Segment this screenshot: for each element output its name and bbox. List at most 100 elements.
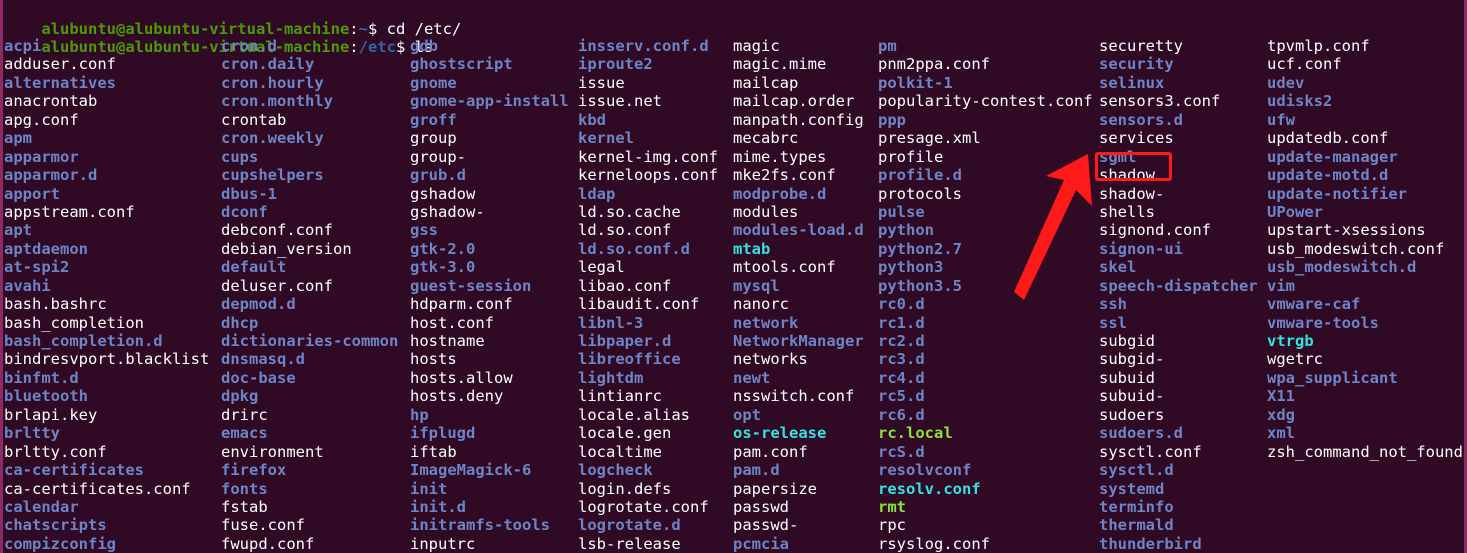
ls-entry[interactable]: subgid: [1099, 332, 1258, 350]
ls-entry[interactable]: brltty.conf: [4, 443, 209, 461]
ls-entry[interactable]: hosts.allow: [410, 369, 569, 387]
ls-entry[interactable]: mysql: [733, 277, 864, 295]
ls-entry[interactable]: hosts.deny: [410, 387, 569, 405]
ls-entry[interactable]: ssh: [1099, 295, 1258, 313]
ls-entry[interactable]: opt: [733, 406, 864, 424]
ls-entry[interactable]: X11: [1267, 387, 1463, 405]
ls-entry[interactable]: avahi: [4, 277, 209, 295]
ls-entry[interactable]: drirc: [221, 406, 398, 424]
ls-entry[interactable]: securetty: [1099, 37, 1258, 55]
ls-entry[interactable]: kerneloops.conf: [578, 166, 718, 184]
ls-entry[interactable]: presage.xml: [878, 129, 1093, 147]
ls-entry[interactable]: gtk-3.0: [410, 258, 569, 276]
ls-entry[interactable]: signon-ui: [1099, 240, 1258, 258]
ls-entry[interactable]: libaudit.conf: [578, 295, 718, 313]
ls-entry[interactable]: gshadow-: [410, 203, 569, 221]
ls-entry[interactable]: legal: [578, 258, 718, 276]
ls-entry[interactable]: libao.conf: [578, 277, 718, 295]
ls-entry[interactable]: vtrgb: [1267, 332, 1463, 350]
ls-entry[interactable]: ld.so.conf.d: [578, 240, 718, 258]
ls-entry[interactable]: os-release: [733, 424, 864, 442]
ls-entry[interactable]: brlapi.key: [4, 406, 209, 424]
ls-entry[interactable]: wpa_supplicant: [1267, 369, 1463, 387]
ls-entry[interactable]: fuse.conf: [221, 516, 398, 534]
ls-entry[interactable]: xml: [1267, 424, 1463, 442]
ls-entry[interactable]: issue.net: [578, 92, 718, 110]
ls-entry[interactable]: mailcap: [733, 74, 864, 92]
ls-entry[interactable]: gss: [410, 221, 569, 239]
ls-entry[interactable]: upstart-xsessions: [1267, 221, 1463, 239]
ls-entry[interactable]: ucf.conf: [1267, 55, 1463, 73]
ls-entry[interactable]: zsh_command_not_found: [1267, 443, 1463, 461]
ls-entry[interactable]: init.d: [410, 498, 569, 516]
ls-entry[interactable]: magic.mime: [733, 55, 864, 73]
ls-entry[interactable]: magic: [733, 37, 864, 55]
ls-entry[interactable]: rc6.d: [878, 406, 1093, 424]
ls-entry[interactable]: python3.5: [878, 277, 1093, 295]
ls-entry[interactable]: group: [410, 129, 569, 147]
ls-entry[interactable]: hdparm.conf: [410, 295, 569, 313]
ls-entry[interactable]: shells: [1099, 203, 1258, 221]
ls-entry[interactable]: ca-certificates: [4, 461, 209, 479]
ls-entry[interactable]: sysctl.conf: [1099, 443, 1258, 461]
ls-entry[interactable]: sysctl.d: [1099, 461, 1258, 479]
ls-entry[interactable]: sensors.d: [1099, 111, 1258, 129]
ls-entry[interactable]: rcS.d: [878, 443, 1093, 461]
ls-entry[interactable]: ssl: [1099, 314, 1258, 332]
ls-entry[interactable]: selinux: [1099, 74, 1258, 92]
ls-entry[interactable]: cron.hourly: [221, 74, 398, 92]
ls-entry[interactable]: acpi: [4, 37, 209, 55]
ls-entry[interactable]: dpkg: [221, 387, 398, 405]
ls-entry[interactable]: update-notifier: [1267, 185, 1463, 203]
ls-entry[interactable]: update-motd.d: [1267, 166, 1463, 184]
ls-entry[interactable]: cron.weekly: [221, 129, 398, 147]
ls-entry[interactable]: hosts: [410, 350, 569, 368]
ls-entry[interactable]: calendar: [4, 498, 209, 516]
ls-entry[interactable]: python3: [878, 258, 1093, 276]
ls-entry[interactable]: libnl-3: [578, 314, 718, 332]
ls-entry[interactable]: thermald: [1099, 516, 1258, 534]
ls-entry[interactable]: subgid-: [1099, 350, 1258, 368]
ls-entry[interactable]: polkit-1: [878, 74, 1093, 92]
ls-entry[interactable]: bindresvport.blacklist: [4, 350, 209, 368]
ls-entry[interactable]: crontab: [221, 111, 398, 129]
ls-entry[interactable]: firefox: [221, 461, 398, 479]
ls-entry[interactable]: skel: [1099, 258, 1258, 276]
ls-entry[interactable]: NetworkManager: [733, 332, 864, 350]
ls-entry[interactable]: deluser.conf: [221, 277, 398, 295]
ls-entry[interactable]: kbd: [578, 111, 718, 129]
ls-entry[interactable]: kernel-img.conf: [578, 148, 718, 166]
ls-entry[interactable]: mtools.conf: [733, 258, 864, 276]
ls-entry[interactable]: dconf: [221, 203, 398, 221]
ls-entry[interactable]: apparmor.d: [4, 166, 209, 184]
ls-entry[interactable]: pnm2ppa.conf: [878, 55, 1093, 73]
ls-entry[interactable]: profile.d: [878, 166, 1093, 184]
ls-entry[interactable]: lightdm: [578, 369, 718, 387]
ls-entry[interactable]: udisks2: [1267, 92, 1463, 110]
ls-entry[interactable]: depmod.d: [221, 295, 398, 313]
ls-entry[interactable]: pm: [878, 37, 1093, 55]
ls-entry[interactable]: resolv.conf: [878, 480, 1093, 498]
ls-entry[interactable]: issue: [578, 74, 718, 92]
ls-entry[interactable]: usb_modeswitch.d: [1267, 258, 1463, 276]
ls-entry[interactable]: rc0.d: [878, 295, 1093, 313]
ls-entry[interactable]: sensors3.conf: [1099, 92, 1258, 110]
ls-entry[interactable]: dictionaries-common: [221, 332, 398, 350]
ls-entry[interactable]: iftab: [410, 443, 569, 461]
ls-entry[interactable]: modprobe.d: [733, 185, 864, 203]
ls-entry[interactable]: networks: [733, 350, 864, 368]
ls-entry[interactable]: libreoffice: [578, 350, 718, 368]
ls-entry[interactable]: udev: [1267, 74, 1463, 92]
ls-entry[interactable]: rmt: [878, 498, 1093, 516]
ls-entry[interactable]: fonts: [221, 480, 398, 498]
ls-entry[interactable]: hp: [410, 406, 569, 424]
ls-entry[interactable]: rc.local: [878, 424, 1093, 442]
ls-entry[interactable]: apt: [4, 221, 209, 239]
ls-entry[interactable]: ldap: [578, 185, 718, 203]
ls-entry[interactable]: pulse: [878, 203, 1093, 221]
ls-entry[interactable]: sudoers.d: [1099, 424, 1258, 442]
ls-entry[interactable]: subuid: [1099, 369, 1258, 387]
ls-entry[interactable]: emacs: [221, 424, 398, 442]
ls-entry[interactable]: protocols: [878, 185, 1093, 203]
ls-entry[interactable]: rc3.d: [878, 350, 1093, 368]
